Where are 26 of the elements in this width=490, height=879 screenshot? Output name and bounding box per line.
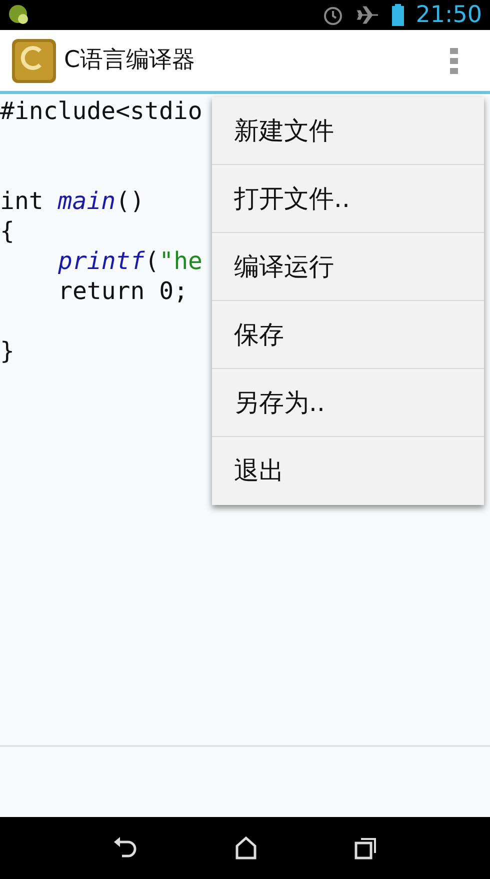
notification-icon: [8, 4, 30, 26]
code-token: #include<stdio: [0, 97, 202, 125]
menu-item[interactable]: 保存: [212, 301, 484, 369]
code-token: main: [58, 187, 116, 215]
battery-icon: [392, 4, 404, 26]
menu-item[interactable]: 另存为..: [212, 369, 484, 437]
back-icon[interactable]: [112, 836, 138, 860]
code-token: int: [0, 187, 44, 215]
app-title: C语言编译器: [64, 46, 196, 76]
home-icon[interactable]: [234, 836, 258, 860]
code-token: {: [0, 217, 14, 245]
code-token: "he: [159, 247, 203, 275]
code-token: (: [144, 247, 160, 275]
code-token: (): [116, 187, 144, 215]
menu-item[interactable]: 退出: [212, 437, 484, 505]
airplane-icon: [356, 4, 380, 26]
code-token: }: [0, 337, 14, 365]
recent-apps-icon[interactable]: [354, 836, 378, 860]
clock-time: 21:50: [416, 4, 482, 26]
menu-item[interactable]: 打开文件..: [212, 165, 484, 233]
menu-item[interactable]: 编译运行: [212, 233, 484, 301]
code-token: printf: [58, 247, 145, 275]
alarm-clock-icon: [322, 4, 344, 26]
app-logo-icon: [12, 38, 56, 82]
code-token: return 0;: [58, 277, 188, 305]
menu-item[interactable]: 新建文件: [212, 97, 484, 165]
